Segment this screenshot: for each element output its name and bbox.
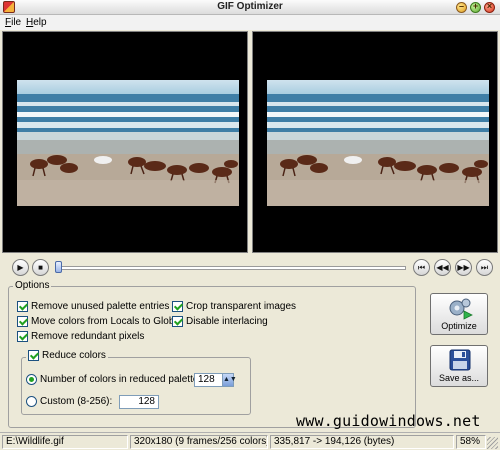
checkbox-label: Remove unused palette entries	[31, 301, 170, 312]
options-group: Options Remove unused palette entries Mo…	[8, 280, 416, 428]
radio-dot[interactable]	[26, 396, 37, 407]
play-button[interactable]: ▶	[12, 259, 29, 276]
remove-unused-palette-checkbox[interactable]: Remove unused palette entries	[17, 301, 169, 312]
title-bar: GIF Optimizer – + ×	[0, 0, 500, 15]
menu-help[interactable]: Help	[26, 17, 47, 28]
checkbox-box[interactable]	[172, 316, 183, 327]
status-percent: 58%	[456, 435, 486, 449]
checkbox-label: Crop transparent images	[186, 301, 297, 312]
window-title: GIF Optimizer	[217, 1, 283, 12]
options-legend: Options	[13, 280, 52, 291]
checkbox-box[interactable]	[28, 350, 39, 361]
checkbox-box[interactable]	[172, 301, 183, 312]
spin-arrows-icon[interactable]: ▲▼	[222, 374, 237, 386]
last-frame-icon: ⏭	[480, 263, 489, 272]
gears-icon	[449, 298, 473, 320]
menu-bar: File Help	[0, 15, 500, 30]
close-button[interactable]: ×	[484, 1, 495, 13]
first-frame-button[interactable]: ⏮	[413, 259, 430, 276]
checkbox-label: Move colors from Locals to Global	[31, 316, 183, 327]
next-frame-button[interactable]: ▶▶	[455, 259, 472, 276]
status-file: E:\Wildlife.gif	[2, 435, 128, 449]
save-as-button[interactable]: Save as...	[430, 345, 488, 387]
original-preview	[2, 31, 248, 253]
optimized-preview	[252, 31, 498, 253]
checkbox-box[interactable]	[17, 316, 28, 327]
palette-count-radio[interactable]: Number of colors in reduced palette:	[26, 374, 201, 385]
radio-label: Custom (8-256):	[40, 396, 113, 407]
radio-label: Number of colors in reduced palette:	[40, 374, 202, 385]
preview-image-optimized	[267, 80, 489, 206]
next-frame-icon: ▶▶	[457, 263, 470, 272]
checkbox-label: Remove redundant pixels	[31, 331, 145, 342]
status-bar: E:\Wildlife.gif 320x180 (9 frames/256 co…	[0, 432, 500, 450]
custom-count-radio[interactable]: Custom (8-256):	[26, 396, 112, 407]
watermark-text: www.guidowindows.net	[296, 412, 481, 430]
play-icon: ▶	[17, 263, 24, 272]
menu-file[interactable]: File	[5, 17, 21, 28]
previous-frame-button[interactable]: ◀◀	[434, 259, 451, 276]
save-as-label: Save as...	[438, 373, 480, 383]
select-value: 128	[198, 374, 215, 385]
first-frame-icon: ⏮	[417, 263, 426, 272]
custom-colors-input[interactable]: 128	[119, 395, 159, 409]
checkbox-label: Disable interlacing	[186, 316, 268, 327]
floppy-disk-icon	[449, 349, 471, 371]
resize-grip[interactable]	[487, 437, 498, 449]
stop-icon: ■	[38, 263, 43, 272]
preview-image-original	[17, 80, 239, 206]
palette-size-select[interactable]: 128 ▲▼	[194, 373, 237, 387]
checkbox-box[interactable]	[17, 331, 28, 342]
seek-track[interactable]	[56, 266, 406, 270]
crop-transparent-checkbox[interactable]: Crop transparent images	[172, 301, 296, 312]
status-image-info: 320x180 (9 frames/256 colors)	[130, 435, 268, 449]
move-colors-checkbox[interactable]: Move colors from Locals to Global	[17, 316, 182, 327]
optimize-button[interactable]: Optimize	[430, 293, 488, 335]
seek-slider-thumb[interactable]	[55, 261, 62, 273]
last-frame-button[interactable]: ⏭	[476, 259, 493, 276]
minimize-button[interactable]: –	[456, 1, 467, 13]
optimize-label: Optimize	[441, 321, 477, 331]
radio-dot[interactable]	[26, 374, 37, 385]
stop-button[interactable]: ■	[32, 259, 49, 276]
checkbox-box[interactable]	[17, 301, 28, 312]
remove-redundant-pixels-checkbox[interactable]: Remove redundant pixels	[17, 331, 144, 342]
disable-interlacing-checkbox[interactable]: Disable interlacing	[172, 316, 268, 327]
checkbox-label: Reduce colors	[42, 350, 106, 361]
reduce-colors-checkbox[interactable]: Reduce colors	[26, 350, 108, 361]
maximize-button[interactable]: +	[470, 1, 481, 13]
status-bytes: 335,817 -> 194,126 (bytes)	[270, 435, 454, 449]
playback-bar: ▶ ■ ⏮ ◀◀ ▶▶ ⏭	[0, 256, 500, 278]
reduce-colors-group: Reduce colors Number of colors in reduce…	[21, 350, 251, 415]
previous-frame-icon: ◀◀	[436, 263, 449, 272]
